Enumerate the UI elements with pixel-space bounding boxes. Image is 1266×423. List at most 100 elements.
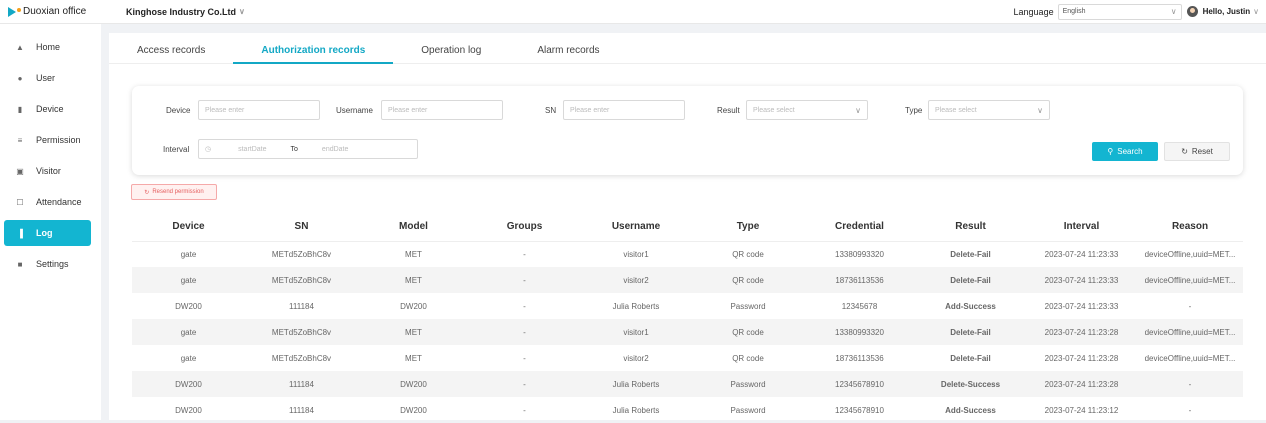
search-button[interactable]: ⚲ Search [1092,142,1158,161]
username-input[interactable]: Please enter [381,100,503,120]
cell-groups: - [523,353,526,363]
log-icon: ▐ [17,228,23,238]
search-icon: ⚲ [1107,147,1114,156]
table-row[interactable]: DW200 111184 DW200- Julia Roberts Password 12… [132,371,1243,397]
cell-sn: 111184 [289,301,314,311]
resend-permission-label: Resend permission [152,189,204,195]
cell-interval: 2023-07-24 11:23:33 [1044,249,1119,259]
language-select[interactable]: English ∨ [1057,3,1182,20]
sidebar-item-user[interactable]: ● User [4,65,91,91]
column-header: Interval [1026,212,1137,242]
logo-text: Duoxian office [23,6,87,17]
sidebar-item-device[interactable]: ▮ Device [4,96,91,122]
cell-credential: 12345678910 [804,371,915,397]
device-placeholder: Please enter [205,106,245,114]
sidebar-item-label: Permission [36,135,81,145]
cell-type: Password [730,405,766,415]
column-header: SN [245,212,358,242]
reset-button[interactable]: ↻ Reset [1164,142,1230,161]
sidebar-item-visitor[interactable]: ▣ Visitor [4,158,91,184]
tab-access-records[interactable]: Access records [137,45,205,63]
cell-username: visitor1 [580,319,692,345]
start-date-placeholder: startDate [238,145,267,153]
sidebar-item-log[interactable]: ▐ Log [4,220,91,246]
sidebar-item-permission[interactable]: ≡ Permission [4,127,91,153]
cell-username: Julia Roberts [612,405,660,415]
cell-username: visitor2 [623,353,649,363]
clock-icon: ◷ [205,146,212,153]
username-placeholder: Please enter [388,106,428,114]
result-select[interactable]: Please select ∨ [746,100,868,120]
sidebar-item-label: Settings [36,259,69,269]
cell-type: Password [692,371,804,397]
chevron-down-icon[interactable]: ∨ [1253,7,1259,16]
tab-alarm-records[interactable]: Alarm records [537,45,599,63]
main-panel: Access records Authorization records Ope… [109,33,1266,420]
table-row[interactable]: DW200 111184 DW200- Julia Roberts Password 12… [132,293,1243,319]
device-input[interactable]: Please enter [198,100,320,120]
type-placeholder: Please select [935,106,977,114]
column-header: Device [132,212,245,242]
interval-range-picker[interactable]: ◷ startDate To endDate [198,139,418,159]
cell-credential: 12345678910 [835,405,884,415]
cell-username: Julia Roberts [612,301,660,311]
device-icon: ▮ [17,104,23,114]
cell-model: MET [358,319,469,345]
app-logo[interactable]: Duoxian office [0,6,101,17]
result-label: Result [717,106,740,115]
table-header-row: Device SN Model Groups Username Type Cre… [132,212,1243,242]
sidebar-item-label: User [36,73,56,83]
cell-type: QR code [732,353,764,363]
avatar[interactable] [1186,6,1198,17]
column-header: Username [580,212,692,242]
end-date-placeholder: endDate [321,145,349,153]
company-selector[interactable]: Kinghose Industry Co.Ltd ∨ [126,7,245,17]
cell-sn: METd5ZoBhC8v [245,319,358,345]
reset-icon: ↻ [1181,147,1188,156]
to-label: To [290,145,298,153]
table-row[interactable]: DW200 111184 DW200- Julia Roberts Password 12… [132,397,1243,423]
resend-permission-button[interactable]: ↻ Resend permission [131,184,217,200]
tab-operation-log[interactable]: Operation log [421,45,481,63]
table-row[interactable]: gate METd5ZoBhC8v MET - visitor2 QR code 18736… [132,267,1243,293]
sn-input[interactable]: Please enter [563,100,685,120]
user-icon: ● [17,73,23,83]
cell-type: QR code [732,249,764,259]
sidebar-item-attendance[interactable]: ☐ Attendance [4,189,91,215]
cell-reason: - [1188,405,1192,415]
username-label: Username [336,106,373,115]
sidebar-item-settings[interactable]: ■ Settings [4,251,91,277]
cell-reason: deviceOffline,uuid=MET... [1137,319,1243,345]
sn-placeholder: Please enter [570,106,610,114]
resend-icon: ↻ [144,189,150,196]
sidebar-item-label: Device [36,104,64,114]
cell-username: visitor2 [580,267,692,293]
user-greeting[interactable]: Hello, Justin [1203,7,1251,16]
chevron-down-icon: ∨ [855,105,861,115]
cell-model: MET [405,353,422,363]
cell-interval: 2023-07-24 11:23:28 [1044,353,1119,363]
cell-type: Password [730,301,766,311]
cell-username: Julia Roberts [580,371,692,397]
top-bar: Duoxian office Kinghose Industry Co.Ltd … [0,0,1266,24]
table-row[interactable]: gate METd5ZoBhC8v MET - visitor2 QR code 18736… [132,345,1243,371]
language-label: Language [1013,6,1054,17]
tab-bar: Access records Authorization records Ope… [109,33,1266,64]
cell-result: Delete-Fail [950,353,991,363]
table-row[interactable]: gate METd5ZoBhC8v MET - visitor1 QR code 13380… [132,319,1243,345]
language-value: English [1062,8,1086,15]
tab-authorization-records[interactable]: Authorization records [233,45,394,64]
cell-result: Delete-Success [915,371,1026,397]
column-header: Credential [804,212,915,242]
cell-reason: deviceOffline,uuid=MET... [1137,267,1243,293]
cell-groups: - [523,301,526,311]
type-select[interactable]: Please select ∨ [928,100,1050,120]
table-row[interactable]: gate METd5ZoBhC8v MET - visitor1 QR code 13380… [132,241,1243,267]
cell-sn: 111184 [245,371,358,397]
search-button-label: Search [1117,147,1143,156]
cell-sn: METd5ZoBhC8v [245,267,358,293]
filter-panel: Device Please enter Username Please ente… [132,86,1243,175]
sidebar-item-home[interactable]: ▲ Home [4,34,91,60]
sidebar-item-label: Attendance [36,197,82,207]
logo-dot-icon [17,7,21,12]
